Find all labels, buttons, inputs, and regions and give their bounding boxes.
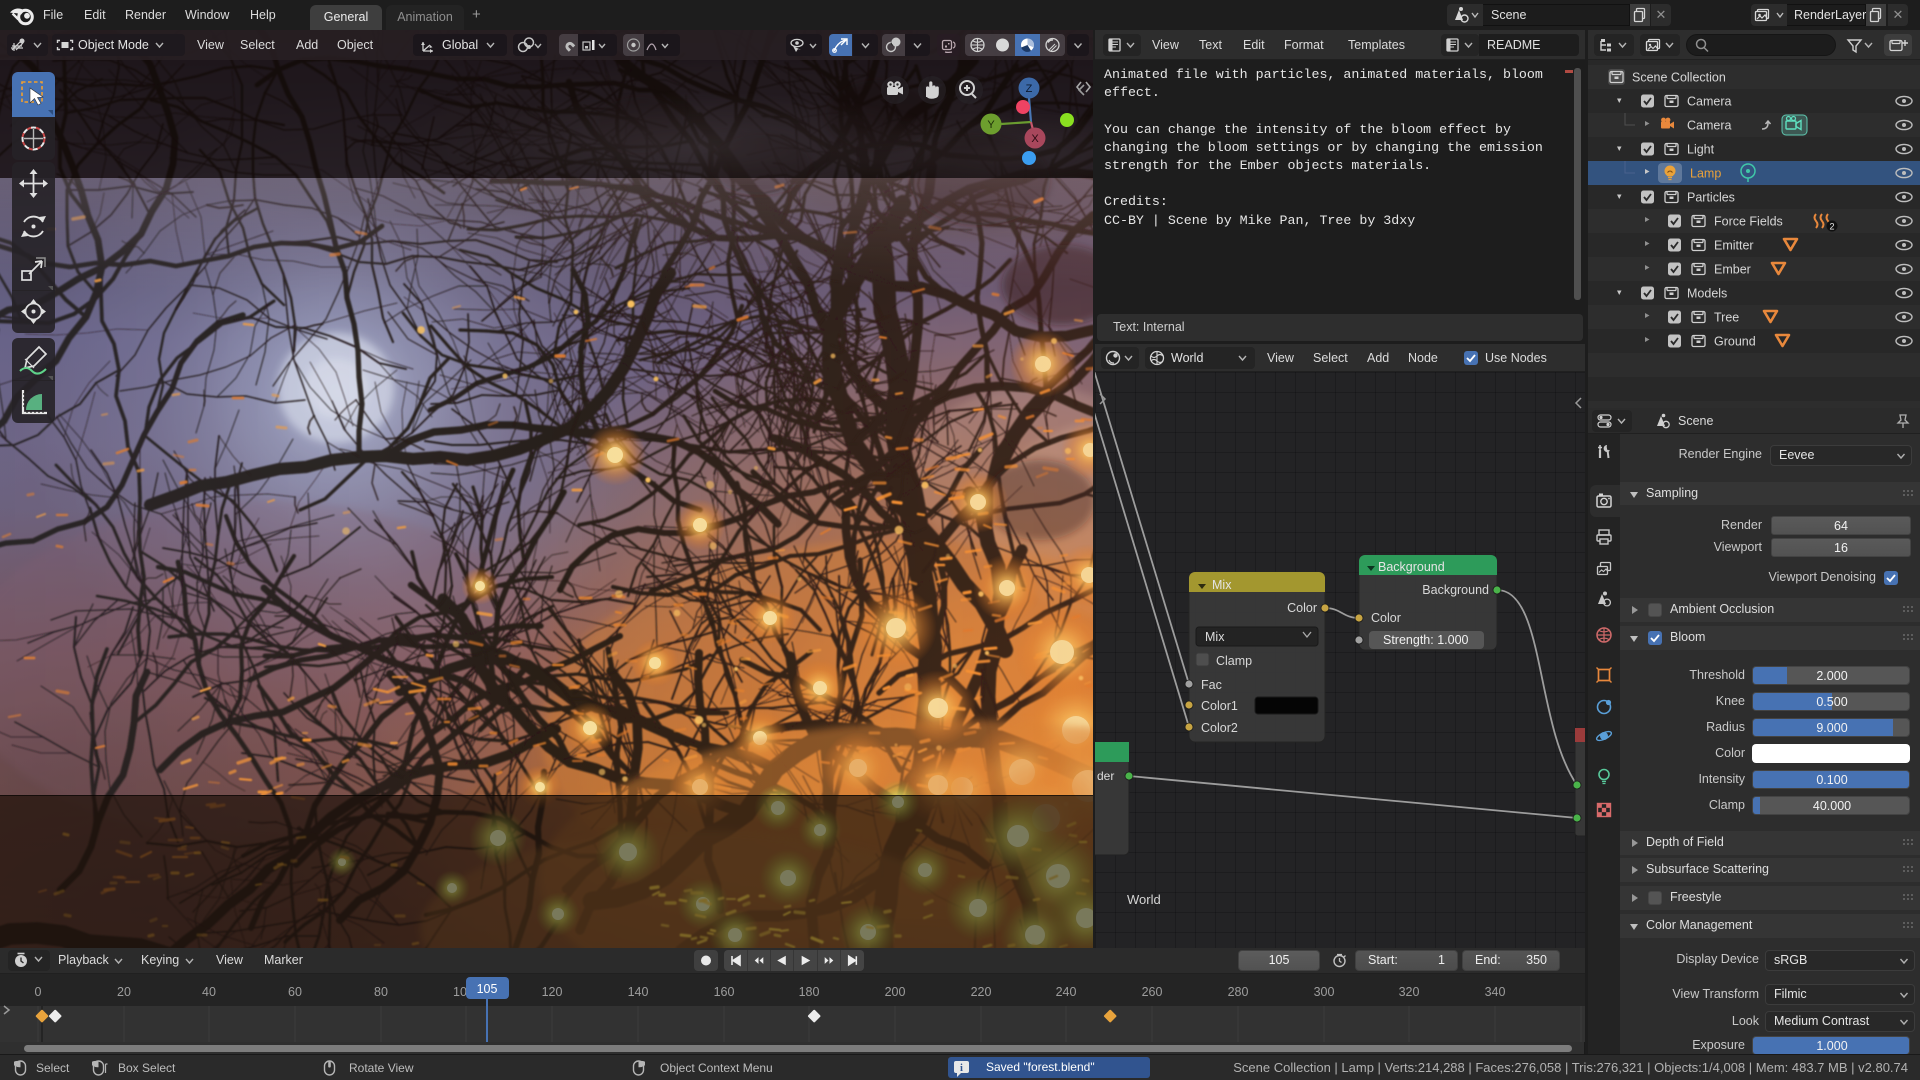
svg-text:Color2: Color2 (1201, 721, 1238, 735)
svg-text:Tree: Tree (1714, 311, 1739, 325)
svg-text:Color: Color (1287, 601, 1317, 615)
svg-text:320: 320 (1399, 985, 1420, 999)
svg-text:Camera: Camera (1687, 119, 1732, 133)
svg-text:40: 40 (202, 985, 216, 999)
svg-text:Mix: Mix (1212, 578, 1232, 592)
svg-text:10: 10 (453, 985, 467, 999)
svg-text:300: 300 (1314, 985, 1335, 999)
svg-text:280: 280 (1228, 985, 1249, 999)
svg-text:0: 0 (35, 985, 42, 999)
svg-text:i: i (960, 1063, 963, 1074)
svg-text:260: 260 (1142, 985, 1163, 999)
svg-text:Light: Light (1687, 143, 1715, 157)
svg-text:Color1: Color1 (1201, 699, 1238, 713)
svg-text:Force Fields: Force Fields (1714, 215, 1783, 229)
svg-text:Ember: Ember (1714, 263, 1751, 277)
svg-text:60: 60 (288, 985, 302, 999)
svg-text:der: der (1097, 769, 1114, 783)
svg-text:Background: Background (1378, 560, 1445, 574)
svg-text:Camera: Camera (1687, 95, 1732, 109)
svg-text:Strength: 1.000: Strength: 1.000 (1383, 633, 1469, 647)
svg-text:Particles: Particles (1687, 191, 1735, 205)
svg-text:80: 80 (374, 985, 388, 999)
svg-text:2: 2 (1829, 222, 1834, 232)
svg-text:220: 220 (971, 985, 992, 999)
svg-text:120: 120 (542, 985, 563, 999)
svg-text:Models: Models (1687, 287, 1727, 301)
svg-text:Lamp: Lamp (1690, 167, 1721, 181)
svg-text:Color: Color (1371, 611, 1401, 625)
svg-text:Y: Y (987, 119, 995, 131)
svg-text:140: 140 (628, 985, 649, 999)
svg-text:180: 180 (799, 985, 820, 999)
svg-text:Ground: Ground (1714, 335, 1756, 349)
svg-text:Fac: Fac (1201, 678, 1222, 692)
svg-text:Mix: Mix (1205, 630, 1225, 644)
svg-text:Scene Collection: Scene Collection (1632, 71, 1726, 85)
svg-text:20: 20 (117, 985, 131, 999)
svg-text:X: X (1031, 133, 1039, 145)
svg-text:340: 340 (1485, 985, 1506, 999)
svg-text:200: 200 (885, 985, 906, 999)
svg-text:160: 160 (714, 985, 735, 999)
svg-text:Z: Z (1026, 83, 1033, 95)
svg-text:240: 240 (1056, 985, 1077, 999)
svg-text:Background: Background (1422, 583, 1489, 597)
svg-text:Clamp: Clamp (1216, 654, 1252, 668)
svg-text:105: 105 (477, 982, 498, 996)
svg-text:Emitter: Emitter (1714, 239, 1754, 253)
